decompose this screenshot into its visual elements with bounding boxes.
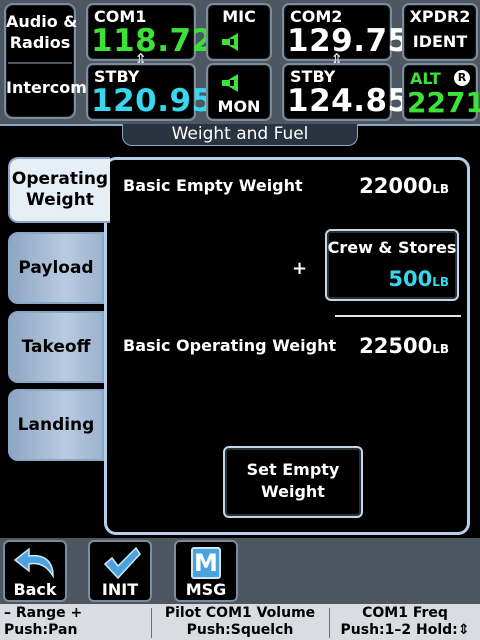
intercom-label[interactable]: Intercom — [6, 78, 87, 97]
basic-operating-weight-unit: LB — [432, 342, 449, 356]
tab-landing[interactable]: Landing — [8, 389, 104, 461]
basic-empty-weight-unit: LB — [432, 182, 449, 196]
mon-speaker-icon — [222, 74, 238, 92]
xpdr-squawk-code: 2271 — [407, 86, 480, 119]
com1-standby-key[interactable]: STBY 120.95 — [86, 63, 213, 121]
mic-speaker-icon — [222, 33, 238, 51]
softkey-bar — [0, 538, 480, 604]
mic-label: MIC — [222, 7, 256, 26]
middle-knob-line2: Push:Squelch — [186, 622, 294, 638]
set-empty-weight-button[interactable]: Set Empty Weight — [223, 446, 363, 518]
reply-icon: R — [454, 70, 470, 86]
page-title: Weight and Fuel — [122, 124, 358, 146]
tab-operating-weight[interactable]: Operating Weight — [8, 157, 110, 223]
left-knob-hint: – Range + Push:Pan — [0, 604, 150, 640]
knob-status-bar: – Range + Push:Pan Pilot COM1 Volume Pus… — [0, 604, 480, 640]
top-bar: Audio & Radios Intercom COM1 118.72 ⇕ ST… — [0, 0, 480, 126]
tab-takeoff-label: Takeoff — [21, 336, 91, 357]
xpdr-code-key[interactable]: ALT R 2271 — [402, 63, 480, 121]
middle-knob-hint: Pilot COM1 Volume Push:Squelch — [152, 604, 328, 640]
right-knob-line1: COM1 Freq — [362, 605, 448, 621]
msg-icon: M — [191, 547, 221, 579]
ident-label: IDENT — [412, 32, 468, 51]
back-label: Back — [13, 580, 57, 599]
mon-label: MON — [217, 97, 261, 116]
xpdr-ident-key[interactable]: XPDR2 IDENT — [402, 3, 478, 61]
middle-knob-line1: Pilot COM1 Volume — [164, 605, 316, 621]
tab-takeoff[interactable]: Takeoff — [8, 311, 104, 383]
basic-empty-weight-readout: 22000LB — [359, 174, 449, 198]
left-knob-line2: Push:Pan — [4, 622, 78, 638]
init-label: INIT — [101, 580, 139, 599]
back-arrow-icon — [13, 547, 54, 579]
msg-label: MSG — [185, 580, 227, 599]
weight-fuel-panel: Basic Empty Weight 22000LB + Crew & Stor… — [104, 157, 470, 535]
basic-empty-weight-value: 22000 — [359, 174, 433, 198]
com2-standby-frequency: 124.85 — [287, 83, 410, 119]
mic-key[interactable]: MIC — [206, 3, 272, 61]
basic-operating-weight-label: Basic Operating Weight — [123, 336, 337, 355]
com2-active-frequency: 129.75 — [287, 23, 410, 59]
right-knob-line2: Push:1–2 Hold:⇕ — [340, 622, 470, 638]
com1-active-frequency: 118.72 — [91, 23, 214, 59]
right-knob-hint: COM1 Freq Push:1–2 Hold:⇕ — [330, 604, 480, 640]
tab-operating-weight-label: Operating Weight — [11, 169, 109, 210]
tab-landing-label: Landing — [17, 414, 95, 435]
crew-stores-button[interactable]: Crew & Stores 500LB — [325, 229, 459, 301]
sum-line — [335, 315, 461, 317]
back-button[interactable]: Back — [3, 540, 67, 602]
audio-divider — [8, 62, 72, 64]
com2-standby-key[interactable]: STBY 124.85 — [282, 63, 409, 121]
basic-operating-weight-readout: 22500LB — [359, 334, 449, 358]
tab-payload[interactable]: Payload — [8, 232, 104, 304]
crew-stores-label: Crew & Stores — [327, 238, 457, 257]
tab-payload-label: Payload — [18, 257, 94, 278]
crew-stores-value: 500 — [388, 267, 433, 291]
checkmark-icon — [103, 546, 141, 580]
xpdr-label: XPDR2 — [409, 7, 471, 26]
audio-radios-label: Audio & Radios — [6, 12, 78, 52]
plus-sign: + — [292, 258, 308, 279]
crew-stores-readout: 500LB — [388, 267, 449, 291]
set-empty-weight-label: Set Empty Weight — [246, 460, 340, 501]
com1-standby-frequency: 120.95 — [91, 83, 214, 119]
crew-stores-unit: LB — [432, 275, 449, 289]
msg-button[interactable]: M MSG — [174, 540, 238, 602]
audio-radios-key[interactable]: Audio & Radios Intercom — [4, 3, 87, 119]
basic-empty-weight-label: Basic Empty Weight — [123, 176, 303, 195]
init-button[interactable]: INIT — [88, 540, 152, 602]
basic-operating-weight-value: 22500 — [359, 334, 433, 358]
mon-key[interactable]: MON — [206, 63, 272, 121]
left-knob-line1: – Range + — [4, 605, 83, 621]
